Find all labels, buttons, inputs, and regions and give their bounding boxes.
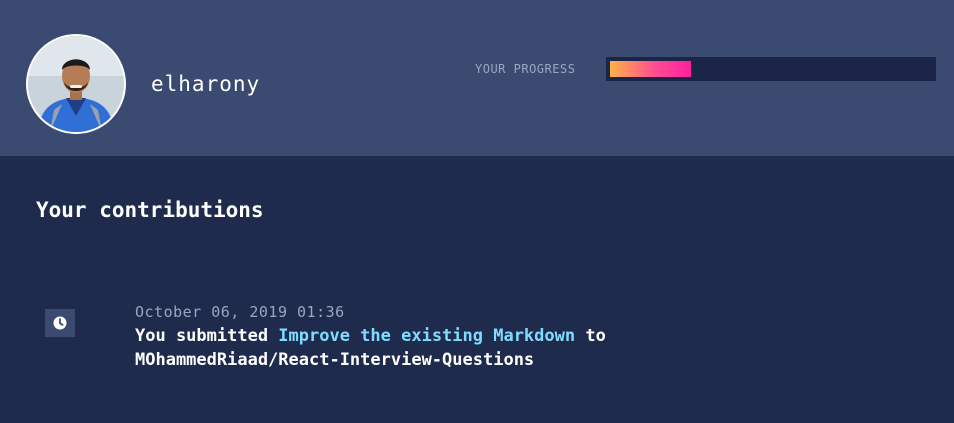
avatar[interactable] (26, 34, 126, 134)
progress-label: YOUR PROGRESS (475, 62, 576, 76)
contribution-repo: MOhammedRiaad/React-Interview-Questions (135, 350, 535, 370)
contribution-date: October 06, 2019 01:36 (135, 303, 345, 321)
section-title: Your contributions (36, 198, 264, 222)
progress-fill (610, 61, 691, 77)
contribution-link[interactable]: Improve the existing Markdown (278, 326, 575, 346)
user-avatar-icon (28, 36, 124, 132)
progress-bar (606, 57, 936, 81)
profile-header: elharony YOUR PROGRESS (0, 0, 954, 156)
contribution-text: You submitted Improve the existing Markd… (135, 324, 755, 372)
username: elharony (151, 72, 261, 96)
contribution-middle: to (575, 326, 606, 346)
contribution-prefix: You submitted (135, 326, 279, 346)
clock-icon (45, 309, 75, 337)
